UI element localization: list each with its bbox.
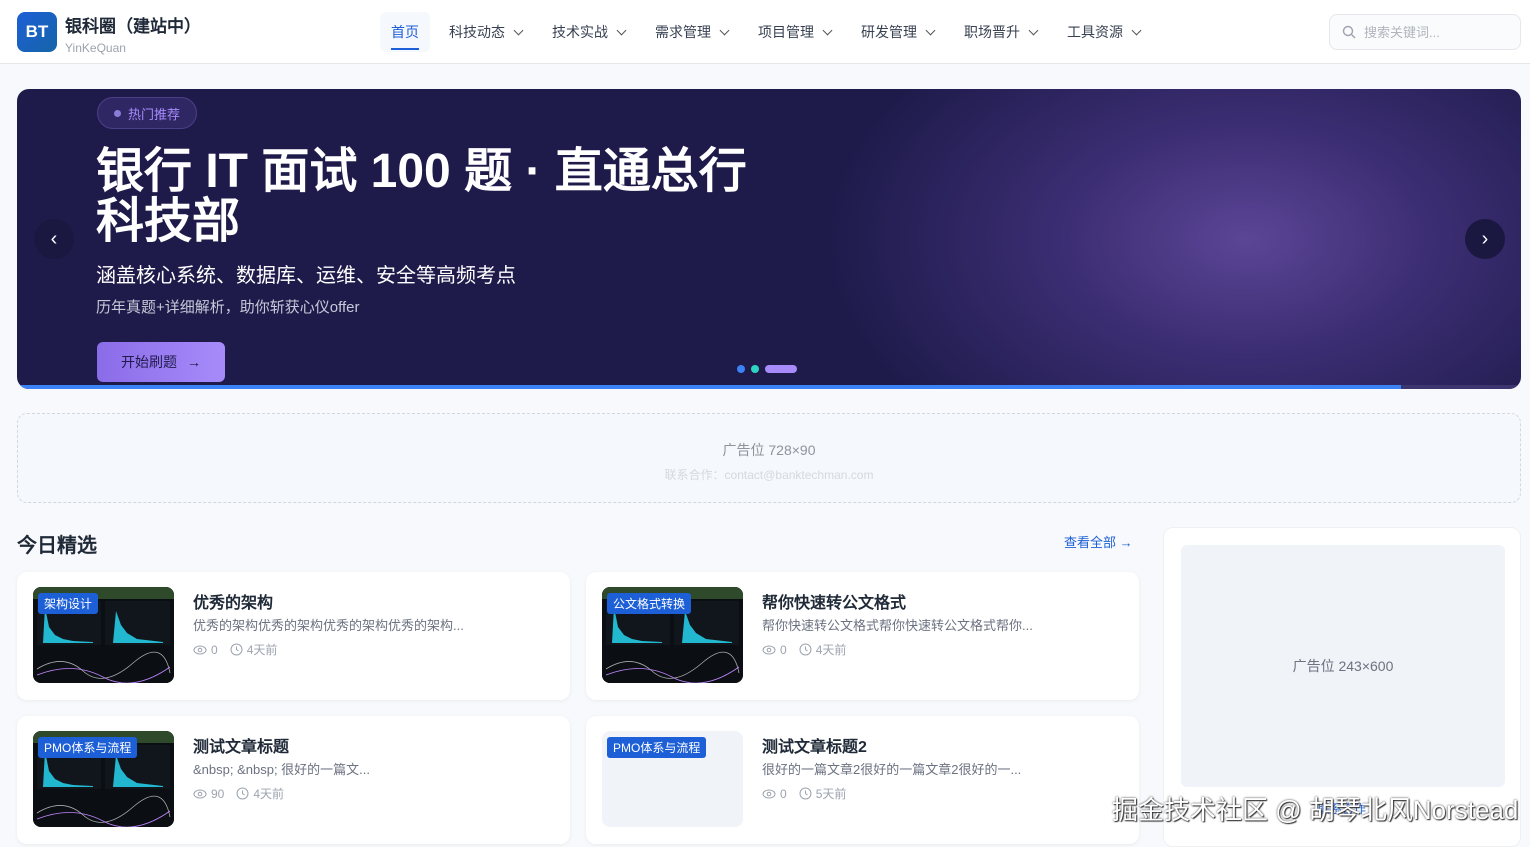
article-meta: 0 4天前 [193, 641, 277, 658]
clock-icon [236, 787, 249, 800]
search-box[interactable] [1329, 14, 1521, 50]
article-card[interactable]: 架构设计 优秀的架构 优秀的架构优秀的架构优秀的架构优秀的架构... 0 4天前 [17, 572, 570, 700]
nav-label: 工具资源 [1067, 24, 1123, 40]
nav-career[interactable]: 职场晋升 [953, 12, 1048, 52]
hero-subtitle: 涵盖核心系统、数据库、运维、安全等高频考点 [96, 265, 516, 287]
view-count: 0 [780, 642, 787, 657]
article-thumbnail[interactable]: PMO体系与流程 [602, 731, 743, 827]
nav-label: 首页 [391, 24, 419, 40]
section-title: 今日精选 [17, 535, 97, 557]
category-tag[interactable]: PMO体系与流程 [38, 737, 138, 758]
carousel-next-button[interactable]: › [1465, 219, 1505, 259]
chevron-down-icon [822, 25, 833, 35]
nav-requirements[interactable]: 需求管理 [644, 12, 739, 52]
publish-time: 4天前 [253, 787, 285, 801]
category-tag[interactable]: 架构设计 [38, 593, 99, 614]
article-title[interactable]: 测试文章标题 [193, 733, 289, 757]
nav-label: 需求管理 [655, 24, 711, 40]
publish-time: 4天前 [815, 643, 847, 657]
top-header: BT 银科圈（建站中） YinKeQuan 首页 科技动态 技术实战 需求管理 … [0, 0, 1530, 64]
start-practice-button[interactable]: 开始刷题 → [97, 342, 225, 382]
nav-tech-practice[interactable]: 技术实战 [541, 12, 636, 52]
sidebar-ad-slot[interactable]: 广告位 243×600 [1181, 545, 1505, 787]
sidebar-contact-link[interactable]: 联系合作 [1164, 800, 1520, 817]
nav-home[interactable]: 首页 [380, 12, 430, 52]
article-excerpt: &nbsp; &nbsp; 很好的一篇文... [193, 762, 371, 777]
hero-carousel: 热门推荐 银行 IT 面试 100 题 · 直通总行科技部 涵盖核心系统、数据库… [17, 89, 1521, 389]
view-count: 0 [211, 642, 218, 657]
article-meta: 0 5天前 [762, 785, 846, 802]
badge-label: 热门推荐 [128, 106, 181, 122]
site-subtitle: YinKeQuan [65, 41, 126, 55]
nav-label: 职场晋升 [964, 24, 1020, 40]
eye-icon [762, 789, 776, 798]
carousel-dots [737, 365, 797, 373]
article-card[interactable]: PMO体系与流程 测试文章标题2 很好的一篇文章2很好的一篇文章2很好的一...… [586, 716, 1139, 844]
article-card[interactable]: PMO体系与流程 测试文章标题 &nbsp; &nbsp; 很好的一篇文... … [17, 716, 570, 844]
search-input[interactable] [1364, 24, 1504, 40]
article-thumbnail[interactable]: 架构设计 [33, 587, 174, 683]
article-grid: 架构设计 优秀的架构 优秀的架构优秀的架构优秀的架构优秀的架构... 0 4天前… [17, 572, 1139, 844]
nav-label: 项目管理 [758, 24, 814, 40]
nav-projects[interactable]: 项目管理 [747, 12, 842, 52]
ad-banner[interactable]: 广告位 728×90 联系合作：contact@banktechman.com [17, 413, 1521, 503]
chevron-down-icon [925, 25, 936, 35]
chevron-down-icon [1131, 25, 1142, 35]
article-title[interactable]: 帮你快速转公文格式 [762, 589, 906, 613]
article-thumbnail[interactable]: 公文格式转换 [602, 587, 743, 683]
article-meta: 0 4天前 [762, 641, 846, 658]
chevron-down-icon [616, 25, 627, 35]
carousel-prev-button[interactable]: ‹ [34, 219, 74, 259]
brand[interactable]: 银科圈（建站中） YinKeQuan [65, 12, 201, 55]
sidebar-ad: 广告位 243×600 联系合作 [1163, 527, 1521, 847]
clock-icon [230, 643, 243, 656]
nav-tech-news[interactable]: 科技动态 [438, 12, 533, 52]
article-excerpt: 优秀的架构优秀的架构优秀的架构优秀的架构... [193, 618, 464, 633]
publish-time: 4天前 [246, 643, 278, 657]
carousel-dot-active[interactable] [765, 365, 797, 373]
main-nav: 首页 科技动态 技术实战 需求管理 项目管理 研发管理 职场晋升 工具资源 [380, 12, 1159, 52]
article-thumbnail[interactable]: PMO体系与流程 [33, 731, 174, 827]
article-meta: 90 4天前 [193, 785, 284, 802]
hot-badge: 热门推荐 [97, 97, 198, 129]
nav-tools[interactable]: 工具资源 [1056, 12, 1151, 52]
hero-description: 历年真题+详细解析，助你斩获心仪offer [96, 299, 360, 316]
chevron-down-icon [719, 25, 730, 35]
nav-label: 研发管理 [861, 24, 917, 40]
cta-label: 开始刷题 [121, 354, 177, 370]
article-card[interactable]: 公文格式转换 帮你快速转公文格式 帮你快速转公文格式帮你快速转公文格式帮你...… [586, 572, 1139, 700]
nav-label: 技术实战 [552, 24, 608, 40]
article-title[interactable]: 测试文章标题2 [762, 733, 867, 757]
publish-time: 5天前 [815, 787, 847, 801]
view-count: 90 [211, 786, 225, 801]
category-tag[interactable]: PMO体系与流程 [607, 737, 707, 758]
hero-title: 银行 IT 面试 100 题 · 直通总行科技部 [96, 145, 747, 248]
ad-label: 广告位 728×90 [722, 442, 816, 458]
category-tag[interactable]: 公文格式转换 [607, 593, 692, 614]
eye-icon [762, 645, 776, 654]
search-icon [1342, 25, 1356, 39]
carousel-dot[interactable] [751, 365, 759, 373]
clock-icon [799, 787, 812, 800]
view-all-link[interactable]: 查看全部 → [1064, 532, 1133, 551]
chevron-down-icon [1028, 25, 1039, 35]
progress-fill [17, 385, 1401, 389]
eye-icon [193, 645, 207, 654]
clock-icon [799, 643, 812, 656]
nav-rnd[interactable]: 研发管理 [850, 12, 945, 52]
article-excerpt: 帮你快速转公文格式帮你快速转公文格式帮你... [762, 618, 1033, 633]
eye-icon [193, 789, 207, 798]
dot-icon [114, 109, 121, 117]
ad-contact: 联系合作：contact@banktechman.com [664, 468, 874, 482]
logo[interactable]: BT [17, 12, 57, 52]
article-excerpt: 很好的一篇文章2很好的一篇文章2很好的一... [762, 762, 1022, 777]
chevron-down-icon [513, 25, 524, 35]
arrow-right-icon: → [187, 354, 201, 370]
article-title[interactable]: 优秀的架构 [193, 589, 273, 613]
carousel-progress [17, 385, 1521, 389]
carousel-dot[interactable] [737, 365, 745, 373]
nav-label: 科技动态 [449, 24, 505, 40]
view-count: 0 [780, 786, 787, 801]
site-title: 银科圈（建站中） [65, 17, 201, 36]
